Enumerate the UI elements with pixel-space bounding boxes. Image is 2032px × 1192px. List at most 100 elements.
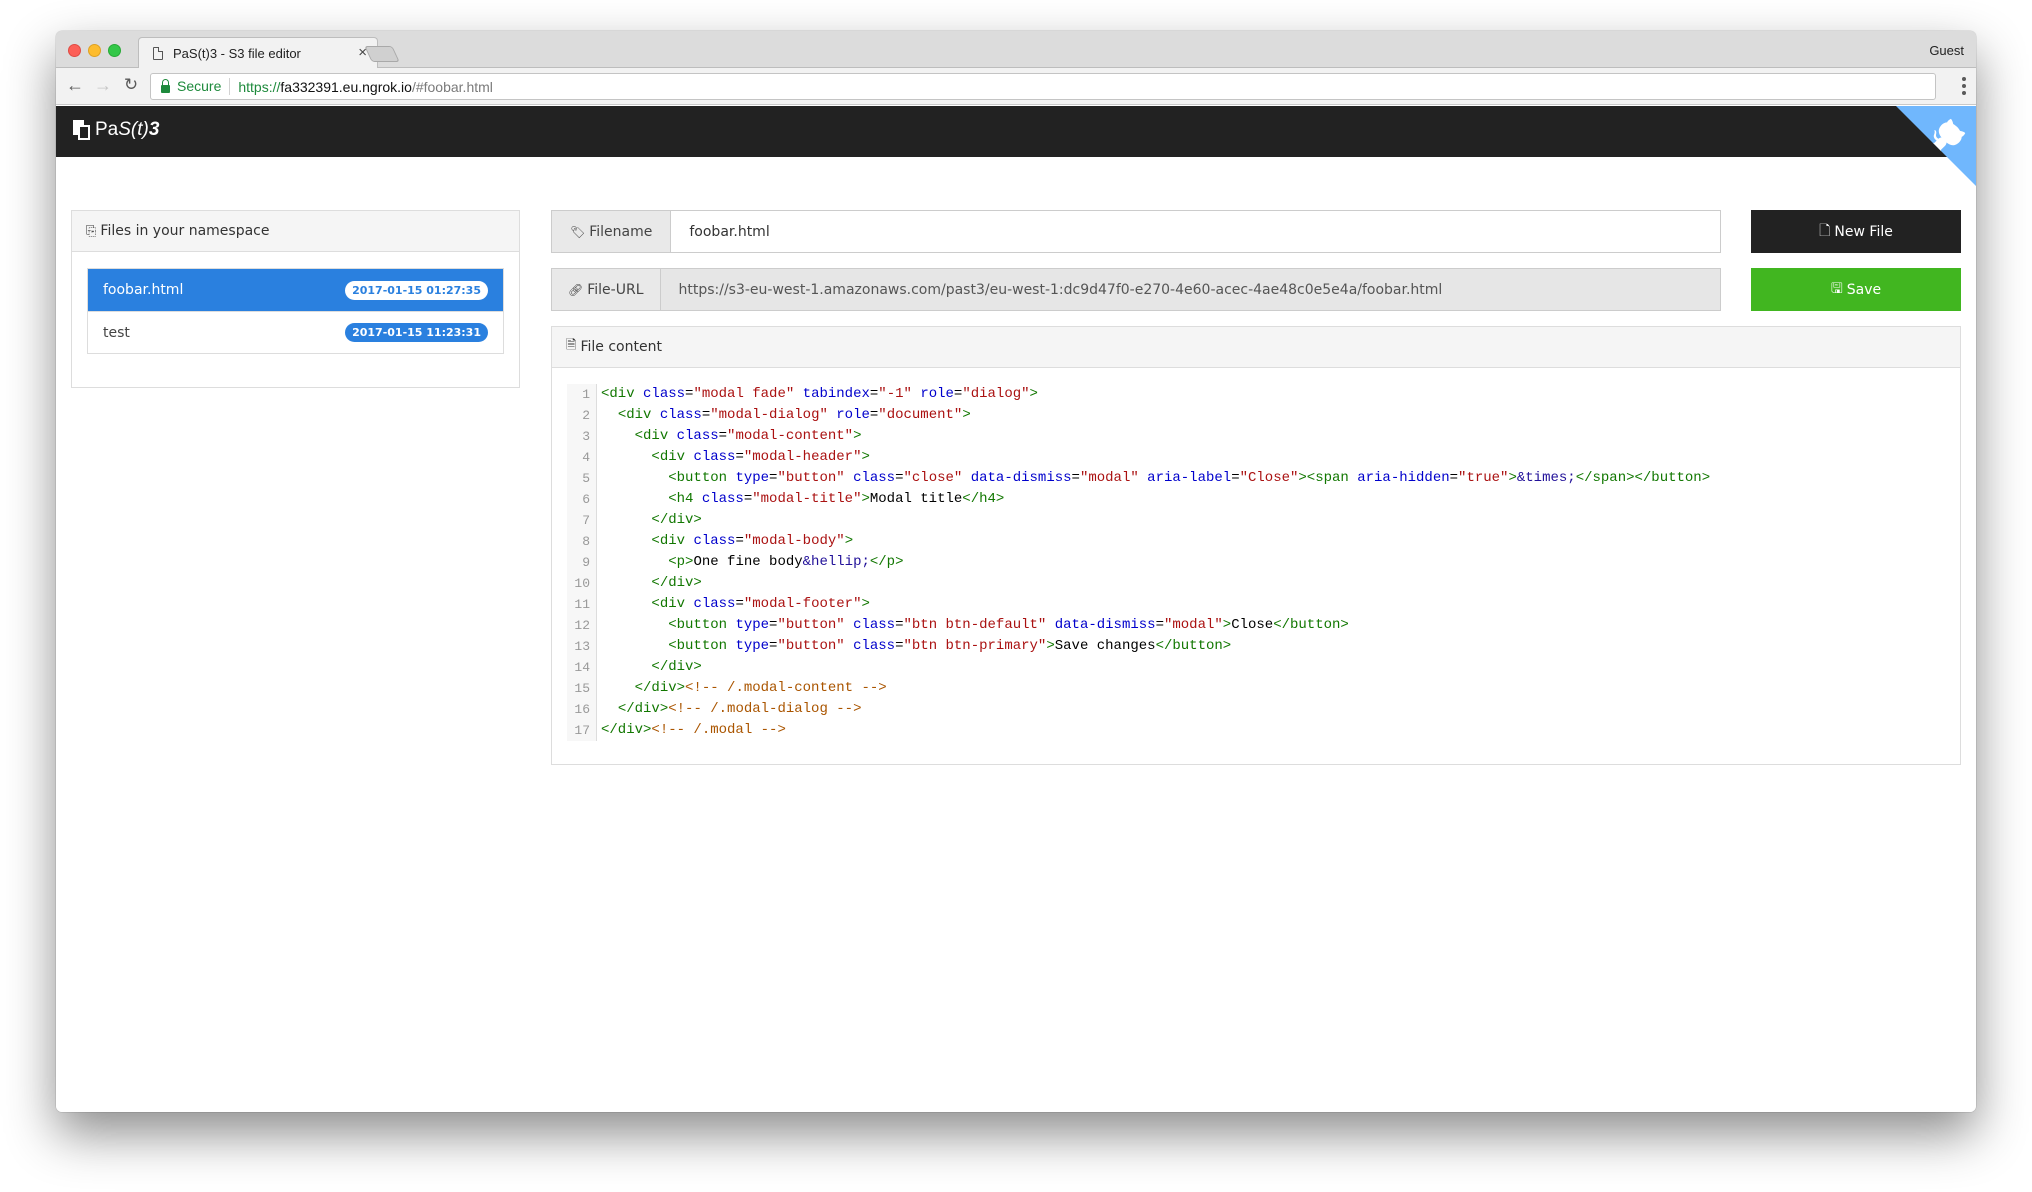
code-token-attr: class [693, 533, 736, 549]
code-line[interactable]: 6 <h4 class="modal-title">Modal title</h… [567, 489, 1945, 510]
code-token-str: "modal" [1079, 470, 1139, 486]
code-token-tag: <div [617, 407, 660, 423]
code-token-str: "dialog" [962, 386, 1030, 402]
address-bar[interactable]: Secure https://fa332391.eu.ngrok.io/#foo… [150, 73, 1936, 100]
brand-logo[interactable]: Pa S(t) 3 [73, 119, 159, 141]
close-window-button[interactable] [68, 44, 81, 57]
code-text: <div class="modal fade" tabindex="-1" ro… [597, 384, 1038, 405]
code-text: <div class="modal-header"> [597, 447, 869, 468]
code-line[interactable]: 9 <p>One fine body&hellip;</p> [567, 552, 1945, 573]
code-line[interactable]: 3 <div class="modal-content"> [567, 426, 1945, 447]
code-token-attr: aria-label [1147, 470, 1232, 486]
file-url-label: File-URL [587, 281, 644, 298]
code-line[interactable]: 8 <div class="modal-body"> [567, 531, 1945, 552]
code-line[interactable]: 11 <div class="modal-footer"> [567, 594, 1945, 615]
line-number: 2 [567, 405, 597, 426]
browser-tab[interactable]: PaS(t)3 - S3 file editor × [138, 37, 378, 69]
url-host: fa332391.eu.ngrok.io [280, 78, 412, 95]
profile-label[interactable]: Guest [1929, 43, 1964, 58]
browser-menu-icon[interactable] [1962, 77, 1966, 95]
code-token-str: "modal fade" [693, 386, 795, 402]
code-line[interactable]: 16 </div><!-- /.modal-dialog --> [567, 699, 1945, 720]
tag-icon: 🏷︎ [570, 224, 586, 239]
minimize-window-button[interactable] [88, 44, 101, 57]
code-token-attr: role [920, 386, 954, 402]
code-line[interactable]: 4 <div class="modal-header"> [567, 447, 1945, 468]
code-line[interactable]: 10 </div> [567, 573, 1945, 594]
code-token-tag: > [1046, 638, 1055, 654]
secure-label: Secure [177, 78, 231, 95]
file-icon: 🗋︎ [1819, 222, 1831, 239]
code-line[interactable]: 5 <button type="button" class="close" da… [567, 468, 1945, 489]
files-panel-title: Files in your namespace [100, 223, 270, 239]
code-token-txt: = [895, 470, 904, 486]
floppy-disk-icon: 🖫︎ [1830, 280, 1843, 297]
app-page: Pa S(t) 3 ⎘ Files in your namespace foobar… [56, 106, 1976, 1112]
code-token-txt: One fine body [693, 554, 803, 570]
code-token-txt: = [1071, 470, 1080, 486]
code-token-tag: </button> [1273, 617, 1349, 633]
code-token-tag: > [861, 491, 870, 507]
code-token-txt: = [1449, 470, 1459, 486]
copy-files-icon: ⎘ [86, 223, 97, 239]
code-line[interactable]: 13 <button type="button" class="btn btn-… [567, 636, 1945, 657]
code-line[interactable]: 1 <div class="modal fade" tabindex="-1" r… [567, 384, 1945, 405]
reload-icon[interactable]: ↻ [120, 75, 142, 95]
code-text: </div><!-- /.modal-content --> [597, 678, 887, 699]
code-token-tag: </div> [617, 701, 669, 717]
files-panel: ⎘ Files in your namespace foobar.html 20… [71, 210, 520, 388]
code-line[interactable]: 12 <button type="button" class="btn btn-… [567, 615, 1945, 636]
code-token-tag: </p> [869, 554, 904, 570]
file-timestamp-badge: 2017-01-15 11:23:31 [345, 323, 488, 342]
code-text: <div class="modal-footer"> [597, 594, 869, 615]
code-token-txt: = [701, 407, 711, 423]
code-line[interactable]: 14 </div> [567, 657, 1945, 678]
back-arrow-icon[interactable]: ← [64, 75, 86, 96]
code-line[interactable]: 15 </div><!-- /.modal-content --> [567, 678, 1945, 699]
code-line[interactable]: 2 <div class="modal-dialog" role="docume… [567, 405, 1945, 426]
code-token-attr: type [735, 470, 770, 486]
code-token-tag: <div [651, 449, 694, 465]
new-file-button[interactable]: 🗋︎ New File [1751, 210, 1961, 253]
lock-icon [161, 79, 170, 93]
maximize-window-button[interactable] [108, 44, 121, 57]
browser-toolbar: ← → ↻ Secure https://fa332391.eu.ngrok.i… [56, 68, 1976, 105]
code-token-tag: > [962, 407, 971, 423]
app-navbar: Pa S(t) 3 [56, 106, 1976, 186]
filename-input[interactable] [671, 211, 1720, 252]
code-token-txt: = [895, 638, 904, 654]
github-corner-icon[interactable] [1896, 106, 1976, 186]
code-token-tag: </div> [651, 659, 702, 675]
filename-group: 🏷︎ Filename [551, 210, 1721, 253]
url-text[interactable]: https://fa332391.eu.ngrok.io/#foobar.htm… [238, 79, 493, 95]
line-number: 5 [567, 468, 597, 489]
code-token-str: "document" [878, 407, 963, 423]
code-line[interactable]: 7 </div> [567, 510, 1945, 531]
file-list-item[interactable]: test 2017-01-15 11:23:31 [88, 311, 503, 353]
files-panel-heading: ⎘ Files in your namespace [72, 211, 519, 252]
file-list-item[interactable]: foobar.html 2017-01-15 01:27:35 [88, 269, 503, 311]
code-editor[interactable]: 1 <div class="modal fade" tabindex="-1" r… [567, 384, 1945, 741]
forward-arrow-icon[interactable]: → [92, 75, 114, 96]
url-scheme: https:// [238, 78, 281, 95]
code-token-attr: class [693, 449, 736, 465]
code-token-ent: &hellip; [802, 554, 870, 570]
code-line[interactable]: 17 </div><!-- /.modal --> [567, 720, 1945, 741]
save-label: Save [1846, 281, 1882, 298]
code-token-tag: <h4 [668, 491, 702, 507]
code-token-attr: role [836, 407, 870, 423]
file-url-input[interactable] [660, 269, 1720, 310]
save-button[interactable]: 🖫︎ Save [1751, 268, 1961, 311]
code-token-tag: > [844, 533, 854, 549]
code-token-tag: </div> [634, 680, 686, 696]
files-icon [73, 120, 91, 140]
line-number: 11 [567, 594, 597, 615]
line-number: 7 [567, 510, 597, 531]
